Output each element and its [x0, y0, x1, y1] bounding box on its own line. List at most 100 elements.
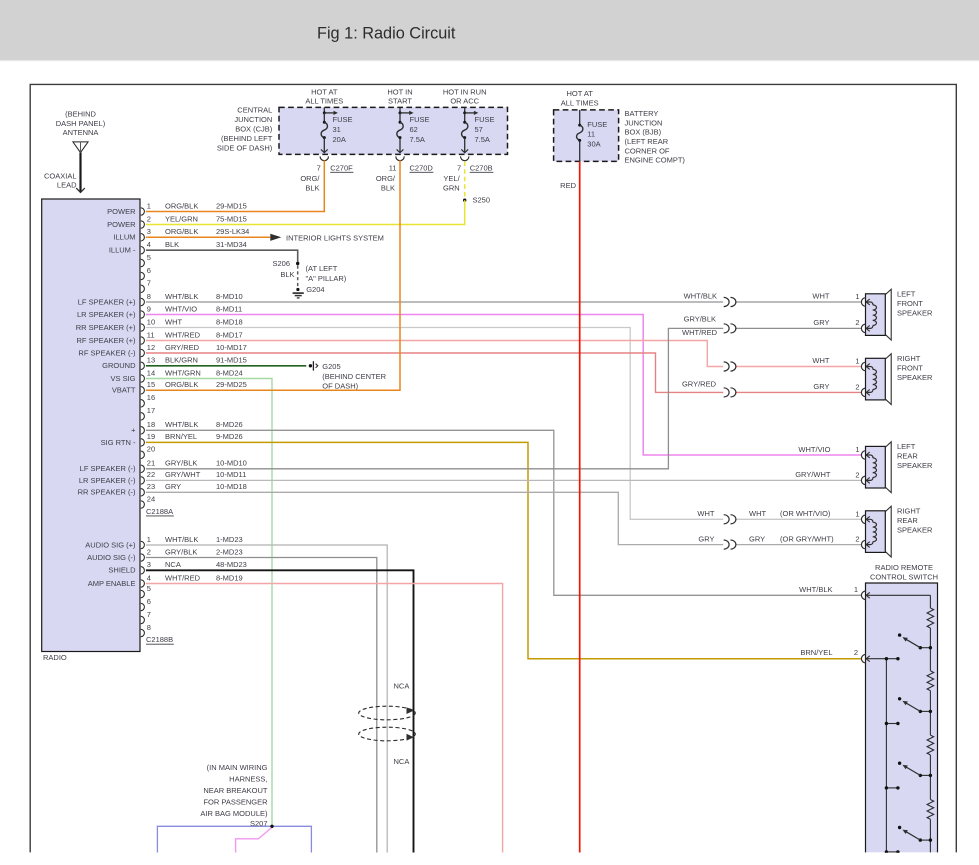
- svg-text:21: 21: [147, 459, 155, 468]
- svg-text:WHT/RED: WHT/RED: [682, 328, 718, 337]
- svg-text:8: 8: [147, 623, 151, 632]
- svg-text:11: 11: [587, 130, 595, 139]
- svg-text:3: 3: [147, 227, 151, 236]
- svg-text:75-MD15: 75-MD15: [216, 214, 247, 223]
- svg-text:(BEHIND LEFT: (BEHIND LEFT: [221, 134, 273, 143]
- svg-text:OF DASH): OF DASH): [322, 382, 358, 391]
- svg-text:2: 2: [147, 547, 151, 556]
- svg-text:(BEHIND: (BEHIND: [65, 110, 96, 119]
- svg-text:RED: RED: [560, 181, 576, 190]
- svg-text:ANTENNA: ANTENNA: [63, 128, 99, 137]
- svg-text:7: 7: [317, 163, 321, 172]
- svg-text:15: 15: [147, 380, 155, 389]
- svg-text:2-MD23: 2-MD23: [216, 547, 243, 556]
- svg-text:WHT: WHT: [697, 509, 714, 518]
- svg-text:RR SPEAKER (-): RR SPEAKER (-): [78, 488, 136, 497]
- svg-text:HOT IN: HOT IN: [387, 87, 412, 96]
- svg-text:LR SPEAKER (-): LR SPEAKER (-): [79, 476, 136, 485]
- svg-text:91-MD15: 91-MD15: [216, 356, 247, 365]
- svg-text:WHT/BLK: WHT/BLK: [165, 535, 198, 544]
- svg-text:6: 6: [147, 266, 151, 275]
- svg-text:18: 18: [147, 420, 155, 429]
- svg-text:31: 31: [333, 125, 341, 134]
- svg-text:C270F: C270F: [330, 163, 353, 172]
- svg-text:FOR PASSENGER: FOR PASSENGER: [203, 798, 268, 807]
- svg-text:FUSE: FUSE: [333, 115, 353, 124]
- svg-text:29-MD15: 29-MD15: [216, 201, 247, 210]
- svg-text:ALL TIMES: ALL TIMES: [561, 99, 599, 108]
- svg-text:BLK: BLK: [305, 183, 319, 192]
- svg-text:2: 2: [855, 535, 859, 544]
- svg-text:Fig 1: Radio Circuit: Fig 1: Radio Circuit: [317, 24, 456, 42]
- svg-text:2: 2: [854, 648, 858, 657]
- svg-text:RF SPEAKER (+): RF SPEAKER (+): [77, 336, 136, 345]
- svg-text:WHT/VIO: WHT/VIO: [165, 304, 197, 313]
- svg-text:2: 2: [855, 382, 859, 391]
- svg-text:DASH PANEL): DASH PANEL): [56, 119, 106, 128]
- svg-text:CONTROL SWITCH: CONTROL SWITCH: [870, 573, 938, 582]
- svg-text:BOX (CJB): BOX (CJB): [235, 125, 273, 134]
- svg-text:ILLUM: ILLUM: [113, 233, 135, 242]
- svg-text:WHT/GRN: WHT/GRN: [165, 368, 201, 377]
- svg-text:1-MD23: 1-MD23: [216, 535, 243, 544]
- svg-text:RIGHT: RIGHT: [897, 354, 921, 363]
- svg-text:WHT/RED: WHT/RED: [165, 573, 201, 582]
- svg-text:C270D: C270D: [410, 163, 434, 172]
- svg-text:57: 57: [475, 125, 483, 134]
- svg-text:16: 16: [147, 393, 155, 402]
- svg-text:+: +: [131, 426, 136, 435]
- svg-text:(AT LEFT: (AT LEFT: [306, 264, 338, 273]
- svg-text:ORG/BLK: ORG/BLK: [165, 201, 198, 210]
- svg-text:"A" PILLAR): "A" PILLAR): [306, 274, 347, 283]
- svg-text:OR ACC: OR ACC: [450, 97, 479, 106]
- svg-text:RADIO: RADIO: [43, 653, 67, 662]
- svg-text:JUNCTION: JUNCTION: [625, 118, 663, 127]
- svg-text:GRY: GRY: [813, 382, 829, 391]
- svg-text:POWER: POWER: [107, 207, 136, 216]
- svg-text:BRN/YEL: BRN/YEL: [165, 432, 197, 441]
- svg-text:S250: S250: [473, 196, 491, 205]
- svg-text:GRN: GRN: [443, 183, 460, 192]
- svg-text:10-MD10: 10-MD10: [216, 459, 247, 468]
- svg-text:WHT: WHT: [812, 356, 829, 365]
- svg-text:(OR GRY/WHT): (OR GRY/WHT): [780, 535, 834, 544]
- svg-text:11: 11: [147, 330, 155, 339]
- svg-text:GRY/WHT: GRY/WHT: [165, 470, 201, 479]
- svg-text:9-MD26: 9-MD26: [216, 432, 243, 441]
- svg-text:8-MD18: 8-MD18: [216, 317, 243, 326]
- svg-text:WHT: WHT: [812, 291, 829, 300]
- svg-text:4: 4: [147, 240, 151, 249]
- svg-text:VBATT: VBATT: [112, 386, 136, 395]
- svg-text:BRN/YEL: BRN/YEL: [800, 648, 832, 657]
- svg-text:SHIELD: SHIELD: [108, 566, 136, 575]
- svg-text:19: 19: [147, 432, 155, 441]
- svg-text:(OR WHT/VIO): (OR WHT/VIO): [780, 509, 831, 518]
- svg-text:POWER: POWER: [107, 220, 136, 229]
- svg-text:NEAR BREAKOUT: NEAR BREAKOUT: [203, 786, 268, 795]
- svg-text:YEL/: YEL/: [443, 174, 460, 183]
- svg-text:7: 7: [457, 163, 461, 172]
- svg-text:(IN MAIN WIRING: (IN MAIN WIRING: [207, 763, 268, 772]
- svg-text:GRY: GRY: [749, 535, 765, 544]
- svg-text:WHT/BLK: WHT/BLK: [684, 291, 717, 300]
- svg-text:ENGINE COMPT): ENGINE COMPT): [625, 156, 686, 165]
- svg-text:FRONT: FRONT: [897, 363, 923, 372]
- svg-text:LEAD: LEAD: [57, 181, 77, 190]
- svg-text:7.5A: 7.5A: [475, 135, 490, 144]
- svg-text:1: 1: [147, 201, 151, 210]
- svg-text:START: START: [388, 97, 412, 106]
- svg-text:WHT/BLK: WHT/BLK: [799, 585, 832, 594]
- svg-text:C2188A: C2188A: [146, 507, 173, 516]
- svg-text:WHT/BLK: WHT/BLK: [165, 420, 198, 429]
- svg-text:HOT IN RUN: HOT IN RUN: [443, 87, 487, 96]
- svg-text:LF SPEAKER (-): LF SPEAKER (-): [80, 464, 136, 473]
- svg-text:8: 8: [147, 292, 151, 301]
- svg-text:ORG/: ORG/: [376, 174, 396, 183]
- svg-text:48-MD23: 48-MD23: [216, 560, 247, 569]
- svg-text:GRY/BLK: GRY/BLK: [165, 547, 197, 556]
- svg-text:GRY: GRY: [165, 482, 181, 491]
- svg-text:GRY: GRY: [698, 535, 714, 544]
- svg-text:WHT/RED: WHT/RED: [165, 330, 201, 339]
- svg-text:12: 12: [147, 343, 155, 352]
- svg-text:NCA: NCA: [394, 757, 410, 766]
